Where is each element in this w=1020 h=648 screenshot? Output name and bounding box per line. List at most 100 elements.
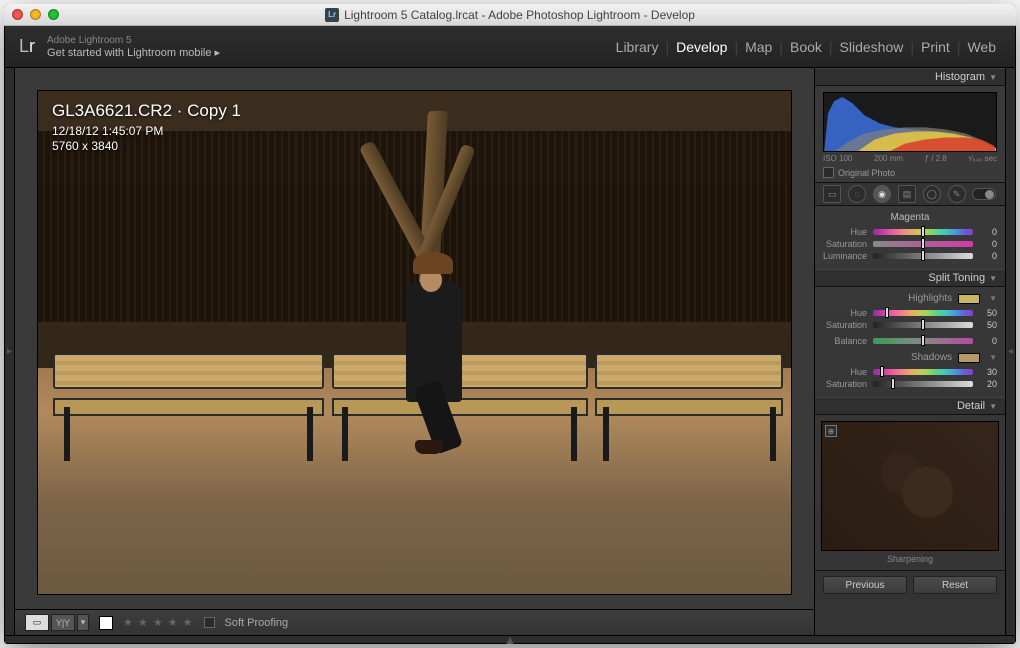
slider-thumb[interactable] [891, 378, 895, 389]
left-panel-handle[interactable]: ▸ [5, 68, 15, 635]
module-library[interactable]: Library [611, 39, 664, 55]
detail-title: Detail [957, 400, 985, 412]
hsl-luminance-value[interactable]: 0 [979, 251, 997, 261]
grad-filter-tool[interactable]: ▤ [898, 185, 916, 203]
main-area: ▸ [5, 68, 1015, 635]
split-toning-panel: Highlights ▼ Hue50Saturation50 Balance0 … [815, 287, 1005, 397]
module-develop[interactable]: Develop [671, 39, 732, 55]
secondary-toolbar: ▭ Y|Y ▾ ★ ★ ★ ★ ★ Soft Proofing [15, 609, 814, 635]
hsl-luminance-slider[interactable] [873, 253, 973, 259]
hsl-saturation-value[interactable]: 0 [979, 239, 997, 249]
hsl-group-title: Magenta [823, 212, 997, 223]
detail-header[interactable]: Detail ▼ [815, 397, 1005, 415]
shadows-saturation-value[interactable]: 20 [979, 379, 997, 389]
balance-label: Balance [823, 336, 867, 346]
detail-preview[interactable]: ⊕ [821, 421, 999, 551]
crop-tool[interactable]: ▭ [823, 185, 841, 203]
module-picker: Library|Develop|Map|Book|Slideshow|Print… [611, 39, 1001, 55]
hsl-hue-slider[interactable] [873, 229, 973, 235]
detail-panel: ⊕ Sharpening [815, 415, 1005, 570]
chevron-down-icon: ▼ [989, 402, 997, 411]
rating-stars[interactable]: ★ ★ ★ ★ ★ [123, 616, 194, 629]
module-book[interactable]: Book [785, 39, 827, 55]
hsl-hue-label: Hue [823, 227, 867, 237]
radial-filter-tool[interactable]: ◯ [923, 185, 941, 203]
histogram-shutter: ¹⁄₆₄₀ sec [968, 154, 996, 163]
module-separator: | [663, 39, 671, 55]
module-separator: | [777, 39, 785, 55]
chevron-down-icon[interactable]: ▼ [989, 353, 997, 362]
split-toning-title: Split Toning [928, 272, 985, 284]
identity-plate[interactable]: Adobe Lightroom 5 Get started with Light… [47, 35, 220, 59]
balance-slider[interactable] [873, 338, 973, 344]
hsl-saturation-slider[interactable] [873, 241, 973, 247]
previous-button[interactable]: Previous [823, 576, 907, 594]
right-panel: Histogram▼ ISO 100 200 mm ƒ [815, 68, 1005, 635]
histogram-header[interactable]: Histogram▼ [815, 68, 1005, 86]
hsl-panel: Magenta Hue0Saturation0Luminance0 [815, 206, 1005, 269]
shadows-saturation-slider[interactable] [873, 381, 973, 387]
module-print[interactable]: Print [916, 39, 955, 55]
before-after-lr-button[interactable]: Y|Y [51, 614, 75, 631]
soft-proof-checkbox[interactable] [204, 617, 215, 628]
original-photo-checkbox[interactable] [823, 167, 834, 178]
flag-pick[interactable] [99, 616, 113, 630]
loupe-view-button[interactable]: ▭ [25, 614, 49, 631]
reset-button[interactable]: Reset [913, 576, 997, 594]
photo-canvas[interactable]: GL3A6621.CR2 · Copy 1 12/18/12 1:45:07 P… [37, 90, 792, 595]
slider-thumb[interactable] [921, 226, 925, 237]
balance-row: Balance 0 [823, 336, 997, 346]
slider-thumb[interactable] [921, 335, 925, 346]
overlay-dimensions: 5760 x 3840 [52, 139, 241, 153]
highlights-saturation-slider[interactable] [873, 322, 973, 328]
detail-target-icon[interactable]: ⊕ [825, 425, 837, 437]
canvas-wrap: GL3A6621.CR2 · Copy 1 12/18/12 1:45:07 P… [15, 68, 814, 609]
module-map[interactable]: Map [740, 39, 777, 55]
slider-thumb[interactable] [921, 319, 925, 330]
histogram-graph[interactable] [823, 92, 997, 152]
split-toning-header[interactable]: Split Toning▼ [815, 269, 1005, 287]
highlights-hue-label: Hue [823, 308, 867, 318]
before-after-menu[interactable]: ▾ [77, 614, 89, 631]
panel-button-row: Previous Reset [815, 570, 1005, 599]
mac-titlebar[interactable]: Lr Lightroom 5 Catalog.lrcat - Adobe Pho… [4, 4, 1016, 26]
brush-tool[interactable]: ✎ [948, 185, 966, 203]
shadows-saturation-row: Saturation20 [823, 379, 997, 389]
panel-switch[interactable] [972, 188, 996, 200]
balance-value[interactable]: 0 [979, 336, 997, 346]
highlights-saturation-value[interactable]: 50 [979, 320, 997, 330]
photo-subject [399, 252, 469, 478]
module-slideshow[interactable]: Slideshow [835, 39, 909, 55]
shadows-hue-value[interactable]: 30 [979, 367, 997, 377]
lr-logo: Lr [19, 36, 35, 57]
histogram-focal: 200 mm [874, 154, 903, 163]
redeye-tool[interactable]: ◉ [873, 185, 891, 203]
spot-tool[interactable]: ◌ [848, 185, 866, 203]
right-panel-handle[interactable]: ◂ [1005, 68, 1015, 635]
highlights-swatch[interactable] [958, 294, 980, 304]
original-photo-row[interactable]: Original Photo [823, 167, 997, 178]
chevron-down-icon[interactable]: ▼ [989, 294, 997, 303]
shadows-hue-slider[interactable] [873, 369, 973, 375]
identity-plate-bar: Lr Adobe Lightroom 5 Get started with Li… [5, 26, 1015, 68]
highlights-label: Highlights [908, 293, 952, 304]
highlights-hue-slider[interactable] [873, 310, 973, 316]
identity-cta: Get started with Lightroom mobile ▸ [47, 46, 220, 59]
slider-thumb[interactable] [885, 307, 889, 318]
mac-window: Lr Lightroom 5 Catalog.lrcat - Adobe Pho… [4, 4, 1016, 644]
shadows-hue-row: Hue30 [823, 367, 997, 377]
shadows-swatch[interactable] [958, 353, 980, 363]
slider-thumb[interactable] [921, 238, 925, 249]
center-column: GL3A6621.CR2 · Copy 1 12/18/12 1:45:07 P… [15, 68, 815, 635]
develop-toolstrip: ▭ ◌ ◉ ▤ ◯ ✎ [815, 182, 1005, 206]
overlay-filename: GL3A6621.CR2 · Copy 1 [52, 101, 241, 121]
hsl-luminance-label: Luminance [823, 251, 867, 261]
slider-thumb[interactable] [880, 366, 884, 377]
module-web[interactable]: Web [962, 39, 1001, 55]
filmstrip-handle[interactable]: ▴ [5, 635, 1015, 643]
module-separator: | [732, 39, 740, 55]
hsl-saturation-row: Saturation0 [823, 239, 997, 249]
highlights-hue-value[interactable]: 50 [979, 308, 997, 318]
slider-thumb[interactable] [921, 250, 925, 261]
hsl-hue-value[interactable]: 0 [979, 227, 997, 237]
